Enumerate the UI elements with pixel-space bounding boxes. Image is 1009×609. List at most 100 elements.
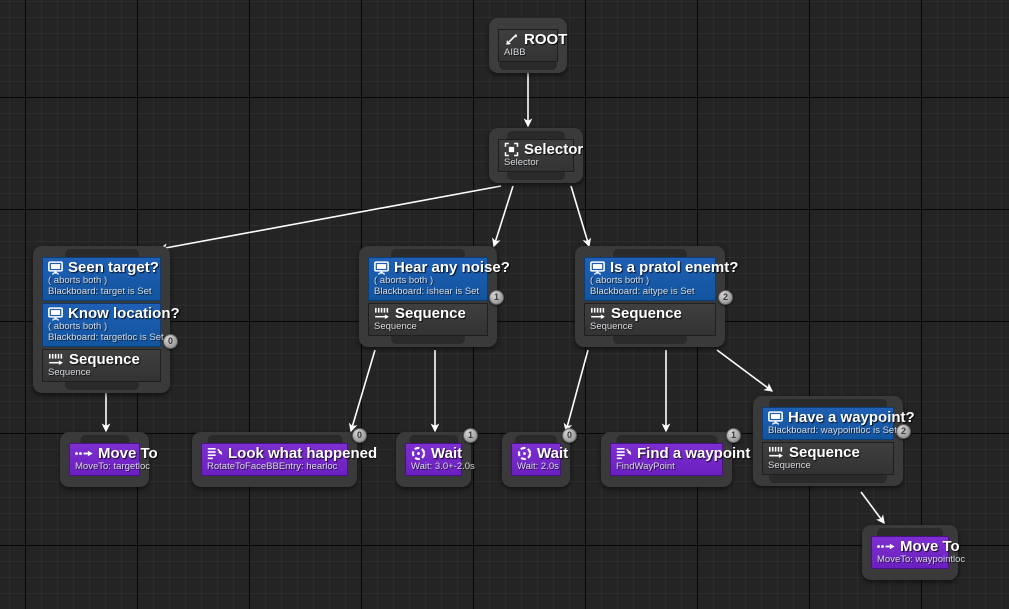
wait-icon bbox=[411, 446, 426, 461]
task-row[interactable]: Move To MoveTo: waypointloc bbox=[871, 536, 965, 569]
composite-row[interactable]: Sequence Sequence bbox=[368, 303, 488, 336]
row-title: Know location? bbox=[48, 306, 180, 321]
row-detail-line: Wait: 2.0s bbox=[517, 461, 559, 472]
composite-row[interactable]: Selector Selector bbox=[498, 139, 583, 172]
blackboard-icon bbox=[48, 306, 63, 321]
wire-patrol-to-wait2[interactable] bbox=[563, 349, 589, 433]
row-detail-line: ( aborts both ) bbox=[48, 275, 108, 286]
move-to-icon bbox=[877, 541, 895, 552]
row-detail-line: Sequence bbox=[768, 460, 811, 471]
composite-row[interactable]: Sequence Sequence bbox=[762, 442, 894, 475]
row-title-label: Wait bbox=[537, 445, 569, 462]
wait-2s-node[interactable]: Wait Wait: 2.0s bbox=[502, 432, 570, 487]
sequence-icon bbox=[590, 307, 606, 321]
row-title: Hear any noise? bbox=[374, 260, 510, 275]
seen-target-sequence-node[interactable]: Seen target?( aborts both ) Blackboard: t… bbox=[33, 246, 180, 393]
execution-index-badge: 1 bbox=[489, 290, 504, 305]
have-waypoint-sequence-node[interactable]: Have a waypoint? Blackboard: waypointloc … bbox=[753, 396, 915, 486]
task-row[interactable]: Wait Wait: 3.0+-2.0s bbox=[405, 443, 475, 476]
service-row[interactable]: Look what happened RotateToFaceBBEntry: h… bbox=[201, 443, 377, 476]
row-title-label: Is a pratol enemt? bbox=[610, 259, 739, 276]
decorator-row[interactable]: Is a pratol enemt?( aborts both ) Blackbo… bbox=[584, 257, 738, 301]
row-detail-line: FindWayPoint bbox=[616, 461, 675, 472]
row-title: Wait bbox=[411, 446, 462, 461]
row-title: Sequence bbox=[590, 306, 709, 321]
row-title-label: Sequence bbox=[395, 305, 466, 322]
composite-row[interactable]: ROOT AIBB bbox=[498, 29, 567, 62]
composite-row[interactable]: Sequence Sequence bbox=[584, 303, 716, 336]
row-title: Selector bbox=[504, 142, 583, 157]
execution-index-badge: 0 bbox=[352, 428, 367, 443]
row-title-label: Hear any noise? bbox=[394, 259, 510, 276]
composite-row[interactable]: Sequence Sequence bbox=[42, 349, 161, 382]
blackboard-icon bbox=[590, 260, 605, 275]
move-to-icon bbox=[75, 448, 93, 459]
row-detail-line: Sequence bbox=[374, 321, 417, 332]
execution-index-badge: 1 bbox=[726, 428, 741, 443]
move-to-waypointloc-node[interactable]: Move To MoveTo: waypointloc bbox=[862, 525, 965, 580]
row-title: Move To bbox=[877, 539, 960, 554]
rotate-icon bbox=[616, 447, 632, 461]
row-title: Find a waypoint bbox=[616, 446, 750, 461]
behavior-tree-canvas[interactable]: ROOT AIBB Selector Selector Seen target?( ab… bbox=[0, 0, 1009, 609]
row-title: ROOT bbox=[504, 32, 567, 47]
row-title-label: Have a waypoint? bbox=[788, 409, 915, 426]
hear-noise-sequence-node[interactable]: Hear any noise?( aborts both ) Blackboard… bbox=[359, 246, 510, 347]
decorator-row[interactable]: Know location?( aborts both ) Blackboard:… bbox=[42, 303, 180, 347]
row-detail-line: Blackboard: targetloc is Set bbox=[48, 332, 164, 343]
row-title-label: Move To bbox=[900, 538, 960, 555]
row-detail-line: AIBB bbox=[504, 47, 526, 58]
row-title: Look what happened bbox=[207, 446, 377, 461]
decorator-row[interactable]: Have a waypoint? Blackboard: waypointloc … bbox=[762, 407, 915, 440]
row-title-label: Look what happened bbox=[228, 445, 378, 462]
row-detail-line: ( aborts both ) bbox=[590, 275, 650, 286]
row-title: Is a pratol enemt? bbox=[590, 260, 738, 275]
row-detail-line: Blackboard: ishear is Set bbox=[374, 286, 480, 297]
row-detail-line: Selector bbox=[504, 157, 539, 168]
rotate-icon bbox=[207, 447, 223, 461]
wire-selector-to-patrol-enemy[interactable] bbox=[570, 185, 592, 248]
row-title: Move To bbox=[75, 446, 158, 461]
wait-icon bbox=[517, 446, 532, 461]
execution-index-badge: 1 bbox=[463, 428, 478, 443]
wait-3s-node[interactable]: Wait Wait: 3.0+-2.0s bbox=[396, 432, 475, 487]
blackboard-icon bbox=[48, 260, 63, 275]
selector-node[interactable]: Selector Selector bbox=[489, 128, 583, 183]
root-icon bbox=[504, 32, 519, 47]
wire-patrol-to-have-waypoint[interactable] bbox=[716, 349, 774, 392]
row-title: Seen target? bbox=[48, 260, 159, 275]
row-title: Have a waypoint? bbox=[768, 410, 915, 425]
sequence-icon bbox=[374, 307, 390, 321]
row-title-label: Sequence bbox=[611, 305, 682, 322]
service-row[interactable]: Find a waypoint FindWayPoint bbox=[610, 443, 750, 476]
decorator-row[interactable]: Hear any noise?( aborts both ) Blackboard… bbox=[368, 257, 510, 301]
root-node[interactable]: ROOT AIBB bbox=[489, 18, 567, 73]
selector-icon bbox=[504, 142, 519, 157]
execution-index-badge: 2 bbox=[718, 290, 733, 305]
move-to-targetloc-node[interactable]: Move To MoveTo: targetloc bbox=[60, 432, 158, 487]
look-what-happened-node[interactable]: Look what happened RotateToFaceBBEntry: h… bbox=[192, 432, 377, 487]
wire-selector-to-seen-target[interactable] bbox=[158, 185, 502, 252]
row-detail-line: Blackboard: waypointloc is Set bbox=[768, 425, 897, 436]
sequence-icon bbox=[48, 353, 64, 367]
task-row[interactable]: Move To MoveTo: targetloc bbox=[69, 443, 158, 476]
find-a-waypoint-node[interactable]: Find a waypoint FindWayPoint bbox=[601, 432, 750, 487]
row-detail-line: Blackboard: aitype is Set bbox=[590, 286, 695, 297]
execution-index-badge: 0 bbox=[562, 428, 577, 443]
task-row[interactable]: Wait Wait: 2.0s bbox=[511, 443, 568, 476]
row-title: Sequence bbox=[768, 445, 887, 460]
row-detail-line: Sequence bbox=[48, 367, 91, 378]
patrol-enemy-sequence-node[interactable]: Is a pratol enemt?( aborts both ) Blackbo… bbox=[575, 246, 738, 347]
execution-index-badge: 0 bbox=[163, 334, 178, 349]
row-title-label: Seen target? bbox=[68, 259, 159, 276]
row-title-label: Know location? bbox=[68, 305, 180, 322]
row-title-label: Move To bbox=[98, 445, 158, 462]
decorator-row[interactable]: Seen target?( aborts both ) Blackboard: t… bbox=[42, 257, 161, 301]
wire-have-waypoint-to-move-to[interactable] bbox=[860, 491, 885, 525]
wire-selector-to-hear-noise[interactable] bbox=[492, 185, 514, 248]
wire-hear-noise-to-look[interactable] bbox=[348, 349, 376, 433]
execution-index-badge: 2 bbox=[896, 424, 911, 439]
blackboard-icon bbox=[768, 410, 783, 425]
row-detail-line: Blackboard: target is Set bbox=[48, 286, 152, 297]
row-title-label: Find a waypoint bbox=[637, 445, 751, 462]
